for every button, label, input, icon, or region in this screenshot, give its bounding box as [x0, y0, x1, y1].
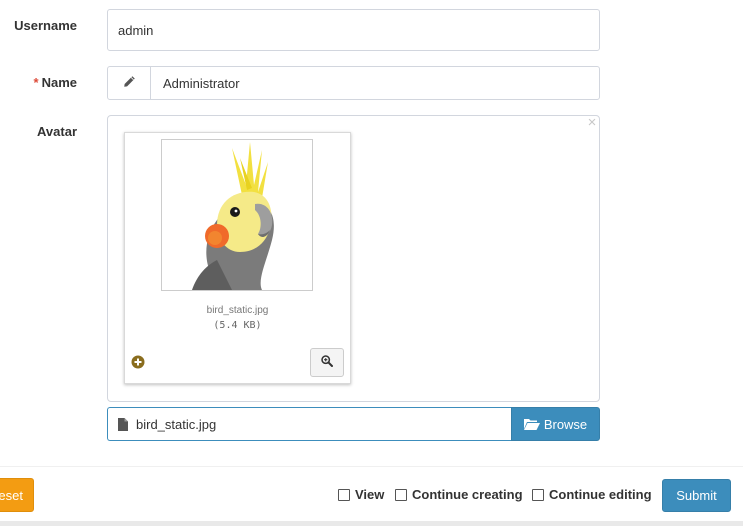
- avatar-label: Avatar: [37, 124, 77, 139]
- folder-open-icon: [523, 418, 540, 430]
- checkbox-box[interactable]: [395, 488, 407, 501]
- required-mark: *: [33, 75, 39, 90]
- zoom-button[interactable]: [310, 348, 344, 377]
- view-checkbox[interactable]: View: [338, 487, 384, 502]
- reset-label: eset: [0, 487, 23, 503]
- name-label: * Name: [0, 75, 77, 90]
- file-icon: [118, 417, 128, 431]
- footer-divider: [0, 466, 743, 467]
- username-input[interactable]: admin: [107, 9, 600, 51]
- cockatiel-bird-image: [162, 140, 312, 290]
- preview-filename: bird_static.jpg: [206, 305, 269, 316]
- continue-editing-checkbox[interactable]: Continue editing: [532, 487, 652, 502]
- pencil-icon: [123, 75, 136, 91]
- close-icon[interactable]: ×: [586, 115, 598, 130]
- name-input[interactable]: Administrator: [150, 66, 600, 100]
- plus-circle-icon: [131, 355, 145, 369]
- reset-button[interactable]: eset: [0, 478, 34, 512]
- checkbox-box[interactable]: [338, 488, 350, 501]
- continue-creating-label: Continue creating: [412, 487, 523, 502]
- submit-label: Submit: [676, 488, 717, 503]
- checkbox-box[interactable]: [532, 488, 544, 501]
- zoom-in-icon: [321, 355, 333, 370]
- caption-filename: bird_static.jpg: [136, 416, 217, 432]
- browse-label: Browse: [543, 416, 588, 432]
- avatar-preview-image: [161, 139, 313, 291]
- bottom-border: [0, 521, 743, 526]
- continue-creating-checkbox[interactable]: Continue creating: [395, 487, 523, 502]
- preview-filesize: (5.4 KB): [213, 320, 262, 331]
- file-caption[interactable]: bird_static.jpg: [107, 407, 512, 441]
- browse-button[interactable]: Browse: [511, 407, 600, 441]
- username-label: Username: [14, 18, 77, 33]
- name-label-text: Name: [41, 75, 77, 90]
- submit-button[interactable]: Submit: [662, 479, 731, 512]
- name-addon: [107, 66, 151, 100]
- username-value: admin: [118, 22, 154, 38]
- continue-editing-label: Continue editing: [549, 487, 652, 502]
- name-value: Administrator: [163, 75, 240, 91]
- view-label: View: [355, 487, 385, 502]
